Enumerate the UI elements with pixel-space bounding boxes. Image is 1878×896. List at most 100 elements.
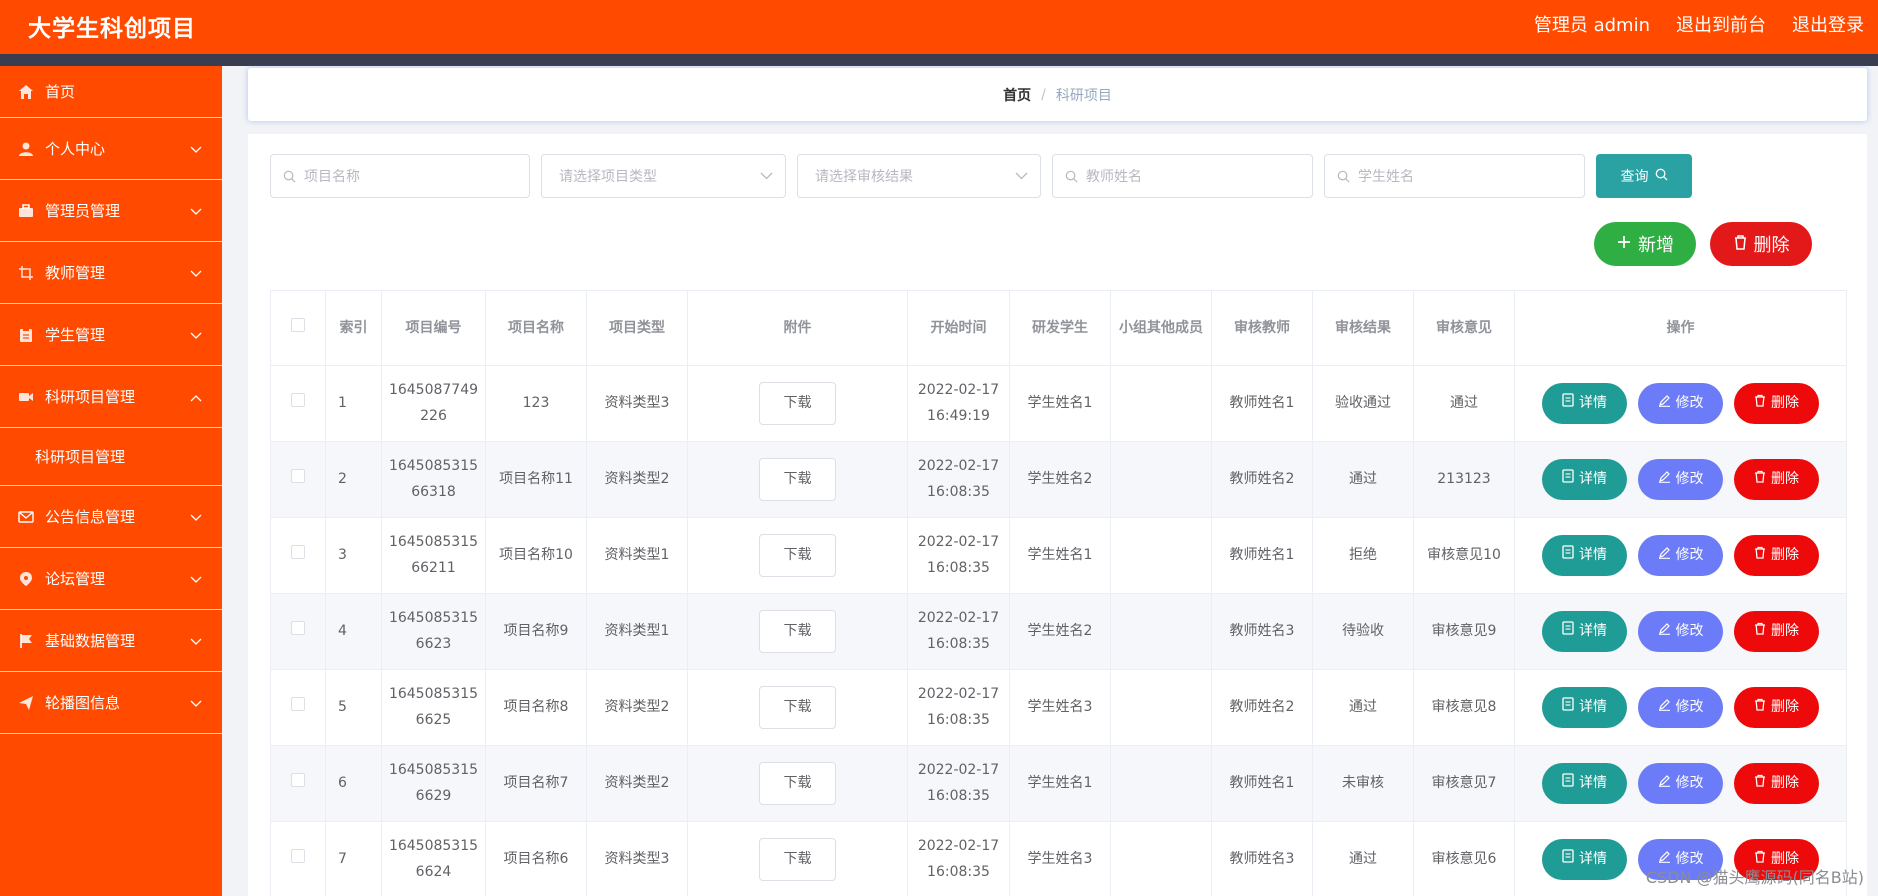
project-type-select[interactable]: 请选择项目类型 [541,154,786,198]
sidebar-subitem-research-project-management[interactable]: 科研项目管理 [0,428,222,486]
review-result-placeholder: 请选择审核结果 [815,169,913,185]
sidebar-item-teacher-management[interactable]: 教师管理 [0,242,222,304]
download-button[interactable]: 下载 [759,838,836,881]
detail-button[interactable]: 详情 [1542,459,1627,500]
edit-button[interactable]: 修改 [1638,459,1723,500]
breadcrumb-home[interactable]: 首页 [1003,85,1031,105]
cell-other-members [1110,365,1212,442]
bulk-delete-button[interactable]: 删除 [1710,222,1812,266]
row-checkbox-cell[interactable] [270,821,326,896]
delete-button[interactable]: 删除 [1734,459,1819,500]
logout-link[interactable]: 退出登录 [1792,11,1864,37]
app-title: 大学生科创项目 [28,16,196,42]
table-row: 2 164508531566318 项目名称11 资料类型2 下载 2022-0… [270,441,1847,518]
edit-button[interactable]: 修改 [1638,611,1723,652]
column-header: 审核结果 [1312,290,1414,366]
sidebar-item-personal-center[interactable]: 个人中心 [0,118,222,180]
row-checkbox-cell[interactable] [270,365,326,442]
select-all-checkbox-cell[interactable] [270,290,326,366]
delete-button[interactable]: 删除 [1734,763,1819,804]
download-button[interactable]: 下载 [759,534,836,577]
row-checkbox-cell[interactable] [270,441,326,518]
cell-attachment: 下载 [687,593,908,670]
delete-button[interactable]: 删除 [1734,611,1819,652]
project-name-input[interactable]: 项目名称 [270,154,530,198]
edit-button[interactable]: 修改 [1638,535,1723,576]
user-icon [17,140,35,158]
sidebar-item-research-project-management[interactable]: 科研项目管理 [0,366,222,428]
select-all-checkbox[interactable] [291,317,305,332]
student-name-input[interactable]: 学生姓名 [1324,154,1585,198]
add-button[interactable]: 新增 [1594,222,1696,266]
row-checkbox-cell[interactable] [270,669,326,746]
cell-start-time: 2022-02-17 16:08:35 [907,441,1010,518]
detail-button-label: 详情 [1579,774,1607,791]
sidebar-item-home[interactable]: 首页 [0,66,222,118]
search-bar: 项目名称 请选择项目类型 请选择审核结果 教师姓名 学生姓名 查询 [270,154,1692,198]
sidebar-item-student-management[interactable]: 学生管理 [0,304,222,366]
review-result-select[interactable]: 请选择审核结果 [797,154,1041,198]
cell-other-members [1110,745,1212,822]
column-header: 附件 [687,290,908,366]
header-links: 管理员 admin 退出到前台 退出登录 [1534,11,1864,37]
detail-button[interactable]: 详情 [1542,535,1627,576]
detail-button[interactable]: 详情 [1542,687,1627,728]
watermark: CSDN @猫头鹰源码(同名B站) [1645,868,1864,887]
cell-project-name: 项目名称11 [485,441,587,518]
delete-button[interactable]: 删除 [1734,535,1819,576]
detail-button[interactable]: 详情 [1542,383,1627,424]
row-checkbox[interactable] [291,772,305,787]
search-icon [1655,168,1668,185]
cell-project-type: 资料类型2 [586,441,688,518]
detail-button[interactable]: 详情 [1542,763,1627,804]
delete-button[interactable]: 删除 [1734,687,1819,728]
search-icon [283,170,296,183]
cell-review-teacher: 教师姓名1 [1211,745,1313,822]
download-button[interactable]: 下载 [759,762,836,805]
edit-button[interactable]: 修改 [1638,383,1723,424]
chevron-down-icon [1015,172,1028,180]
detail-button-label: 详情 [1579,622,1607,639]
download-button[interactable]: 下载 [759,382,836,425]
admin-user-link[interactable]: 管理员 admin [1534,11,1650,37]
row-checkbox[interactable] [291,620,305,635]
sidebar-item-announcement-management[interactable]: 公告信息管理 [0,486,222,548]
column-header: 开始时间 [907,290,1010,366]
row-checkbox[interactable] [291,468,305,483]
download-button[interactable]: 下载 [759,686,836,729]
sidebar-item-forum-management[interactable]: 论坛管理 [0,548,222,610]
document-icon [1562,467,1574,492]
download-button[interactable]: 下载 [759,610,836,653]
exit-to-frontend-link[interactable]: 退出到前台 [1676,11,1766,37]
pencil-icon [1658,619,1671,644]
cell-review-teacher: 教师姓名3 [1211,821,1313,896]
download-button[interactable]: 下载 [759,458,836,501]
row-checkbox-cell[interactable] [270,745,326,822]
row-checkbox-cell[interactable] [270,517,326,594]
delete-button-label: 删除 [1771,622,1799,639]
sidebar-item-label: 轮播图信息 [45,694,121,712]
edit-button[interactable]: 修改 [1638,763,1723,804]
row-checkbox[interactable] [291,544,305,559]
cell-review-teacher: 教师姓名3 [1211,593,1313,670]
cell-other-members [1110,517,1212,594]
cell-project-type: 资料类型1 [586,593,688,670]
detail-button[interactable]: 详情 [1542,839,1627,880]
delete-button-label: 删除 [1771,394,1799,411]
row-checkbox[interactable] [291,848,305,863]
row-checkbox-cell[interactable] [270,593,326,670]
chevron-down-icon [190,570,202,588]
sidebar-item-admin-management[interactable]: 管理员管理 [0,180,222,242]
teacher-name-input[interactable]: 教师姓名 [1052,154,1313,198]
edit-button[interactable]: 修改 [1638,687,1723,728]
detail-button[interactable]: 详情 [1542,611,1627,652]
cell-review-result: 拒绝 [1312,517,1414,594]
row-checkbox[interactable] [291,392,305,407]
sidebar-item-basic-data-management[interactable]: 基础数据管理 [0,610,222,672]
sidebar-item-carousel-info[interactable]: 轮播图信息 [0,672,222,734]
row-checkbox[interactable] [291,696,305,711]
query-button[interactable]: 查询 [1596,154,1692,198]
cell-operations: 详情 修改 删除 [1514,669,1847,746]
delete-button[interactable]: 删除 [1734,383,1819,424]
top-header: 大学生科创项目 管理员 admin 退出到前台 退出登录 [0,0,1878,66]
